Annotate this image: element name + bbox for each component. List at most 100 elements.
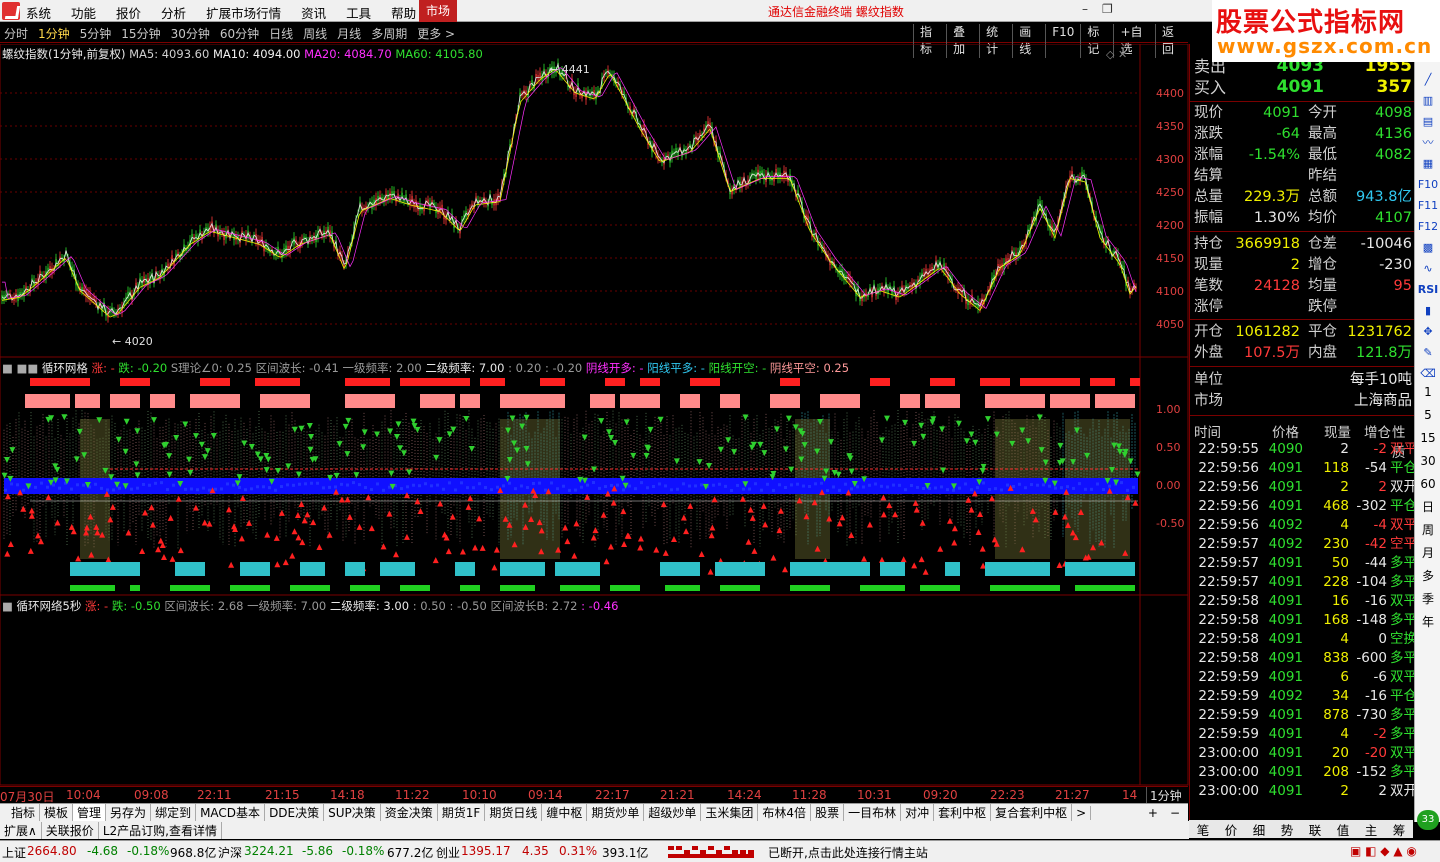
side-tab[interactable]: 值 (1337, 820, 1350, 839)
status-icons[interactable]: ▣ ◧ ◆ ▲ ◉ (1350, 844, 1417, 858)
side-tab[interactable]: 笔 (1197, 820, 1210, 839)
period-tab[interactable]: 60分钟 (220, 25, 259, 42)
menu-item[interactable]: 系统 (26, 3, 51, 22)
period-tab[interactable]: 周线 (303, 25, 327, 42)
period-shortcut[interactable]: 季 (1417, 589, 1439, 609)
erase-icon[interactable]: ⌫ (1417, 364, 1439, 384)
trade-row[interactable]: 22:59:58 4091 16 -16 双平 (1193, 592, 1417, 611)
period-tab[interactable]: 30分钟 (171, 25, 210, 42)
period-tab[interactable]: 月线 (337, 25, 361, 42)
period-tab[interactable]: 15分钟 (121, 25, 160, 42)
period-shortcut[interactable]: 30 (1417, 451, 1439, 471)
side-tab[interactable]: 联 (1309, 820, 1322, 839)
side-tab[interactable]: 价 (1225, 820, 1238, 839)
trade-row[interactable]: 22:59:58 4091 838 -600 多平 (1193, 649, 1417, 668)
f12-icon[interactable]: F12 (1417, 217, 1439, 237)
period-tab[interactable]: 1分钟 (38, 25, 70, 42)
trade-row[interactable]: 22:59:59 4092 34 -16 平仓 (1193, 687, 1417, 706)
extension-link[interactable]: 扩展∧ (0, 821, 42, 839)
grid-icon[interactable]: ▩ (1417, 238, 1439, 258)
period-indicator[interactable]: 1分钟 (1146, 787, 1188, 803)
add-tab-button[interactable]: + (1144, 806, 1162, 820)
indicator-tab[interactable]: 绑定到 (151, 804, 197, 821)
period-tab[interactable]: 分时 (4, 25, 28, 42)
pen-icon[interactable]: ✎ (1417, 343, 1439, 363)
menu-item[interactable]: 资讯 (301, 3, 326, 22)
indicator-tab[interactable]: 布林4倍 (758, 804, 812, 821)
trend-icon[interactable]: ╱ (1417, 70, 1439, 90)
minimize-icon[interactable]: – (1082, 2, 1088, 16)
trade-row[interactable]: 23:00:00 4091 20 -20 双平 (1193, 744, 1417, 763)
candle-icon[interactable]: ▥ (1417, 91, 1439, 111)
period-shortcut[interactable]: 月 (1417, 543, 1439, 563)
extension-link[interactable]: L2产品订购,查看详情 (99, 821, 222, 839)
indicator-tab[interactable]: 期货日线 (485, 804, 543, 821)
trade-row[interactable]: 22:59:59 4091 6 -6 双平 (1193, 668, 1417, 687)
indicator-tab[interactable]: MACD基本 (196, 804, 266, 821)
kline-icon[interactable]: ▮ (1417, 301, 1439, 321)
indicator-tab[interactable]: 超级炒单 (644, 804, 702, 821)
menu-item[interactable]: 报价 (116, 3, 141, 22)
indicator-tab[interactable]: > (1072, 805, 1092, 820)
trade-row[interactable]: 22:59:58 4091 4 0 空换 (1193, 630, 1417, 649)
period-shortcut[interactable]: 周 (1417, 520, 1439, 540)
f11-icon[interactable]: F11 (1417, 196, 1439, 216)
side-tab[interactable]: 细 (1253, 820, 1266, 839)
period-tab[interactable]: 更多 > (417, 25, 455, 42)
indicator-tab[interactable]: 对冲 (901, 804, 935, 821)
trade-row[interactable]: 22:59:56 4091 2 2 双开 (1193, 478, 1417, 497)
indicator-tab[interactable]: SUP决策 (324, 804, 381, 821)
remove-tab-button[interactable]: − (1162, 806, 1188, 820)
market-button[interactable]: 市场 (419, 0, 457, 22)
trade-row[interactable]: 22:59:57 4092 230 -42 空平 (1193, 535, 1417, 554)
f10-icon[interactable]: F10 (1417, 175, 1439, 195)
trade-row[interactable]: 22:59:58 4091 168 -148 多平 (1193, 611, 1417, 630)
panel-menu-icon[interactable]: ■ ■■ (2, 361, 38, 375)
indicator-tab[interactable]: 复合套利中枢 (991, 804, 1073, 821)
restore-icon[interactable]: ❐ (1102, 2, 1113, 16)
trade-row[interactable]: 22:59:59 4091 4 -2 多平 (1193, 725, 1417, 744)
side-tab[interactable]: 主 (1365, 820, 1378, 839)
menu-item[interactable]: 分析 (161, 3, 186, 22)
menu-item[interactable]: 工具 (346, 3, 371, 22)
indicator-tab[interactable]: 期货炒单 (587, 804, 645, 821)
trade-row[interactable]: 22:59:59 4091 878 -730 多平 (1193, 706, 1417, 725)
period-shortcut[interactable]: 60 (1417, 474, 1439, 494)
indicator-tab[interactable]: 模板 (40, 804, 74, 821)
chart-area[interactable]: 4400 4350 4300 4250 4200 4150 4100 4050 ← 4441 ← … (0, 44, 1189, 786)
period-tab[interactable]: 5分钟 (80, 25, 112, 42)
period-tab[interactable]: 多周期 (371, 25, 407, 42)
indicator-tab[interactable]: 套利中枢 (934, 804, 992, 821)
menu-item[interactable]: 功能 (71, 3, 96, 22)
connection-status[interactable]: 已断开,点击此处连接行情主站 (768, 844, 928, 861)
menu-item[interactable]: 扩展市场行情 (206, 3, 281, 22)
move-icon[interactable]: ✥ (1417, 322, 1439, 342)
wave-icon[interactable]: ∿ (1417, 259, 1439, 279)
extension-link[interactable]: 关联报价 (42, 821, 99, 839)
period-shortcut[interactable]: 15 (1417, 428, 1439, 448)
trade-row[interactable]: 22:59:57 4091 50 -44 多平 (1193, 554, 1417, 573)
trade-row[interactable]: 22:59:56 4091 118 -54 平仓 (1193, 459, 1417, 478)
indicator-tab[interactable]: 管理 (73, 804, 107, 821)
trade-row[interactable]: 22:59:56 4091 468 -302 平仓 (1193, 497, 1417, 516)
indicator-tab[interactable]: 缠中枢 (542, 804, 588, 821)
indicator-tab[interactable]: 一目布林 (844, 804, 902, 821)
notification-badge[interactable]: 33 (1417, 810, 1439, 830)
panel2-menu-icon[interactable]: ■ (2, 599, 13, 613)
trade-row[interactable]: 23:00:00 4091 2 2 双开 (1193, 782, 1417, 801)
indicator-tab[interactable]: 另存为 (106, 804, 152, 821)
line-icon[interactable]: 〰 (1417, 133, 1439, 153)
trade-row[interactable]: 22:59:55 4090 2 -2 双平 (1193, 440, 1417, 459)
indicator-tab[interactable]: 期货1F (438, 804, 486, 821)
trade-row[interactable]: 22:59:57 4091 228 -104 多平 (1193, 573, 1417, 592)
indicator-tab[interactable]: 股票 (811, 804, 845, 821)
rsi-icon[interactable]: RSI (1417, 280, 1439, 300)
indicator-tab[interactable]: DDE决策 (265, 804, 325, 821)
period-shortcut[interactable]: 5 (1417, 405, 1439, 425)
period-shortcut[interactable]: 1 (1417, 382, 1439, 402)
period-shortcut[interactable]: 日 (1417, 497, 1439, 517)
period-shortcut[interactable]: 年 (1417, 612, 1439, 632)
period-shortcut[interactable]: 多 (1417, 566, 1439, 586)
menu-item[interactable]: 帮助 (391, 3, 416, 22)
trade-row[interactable]: 22:59:56 4092 4 -4 双平 (1193, 516, 1417, 535)
